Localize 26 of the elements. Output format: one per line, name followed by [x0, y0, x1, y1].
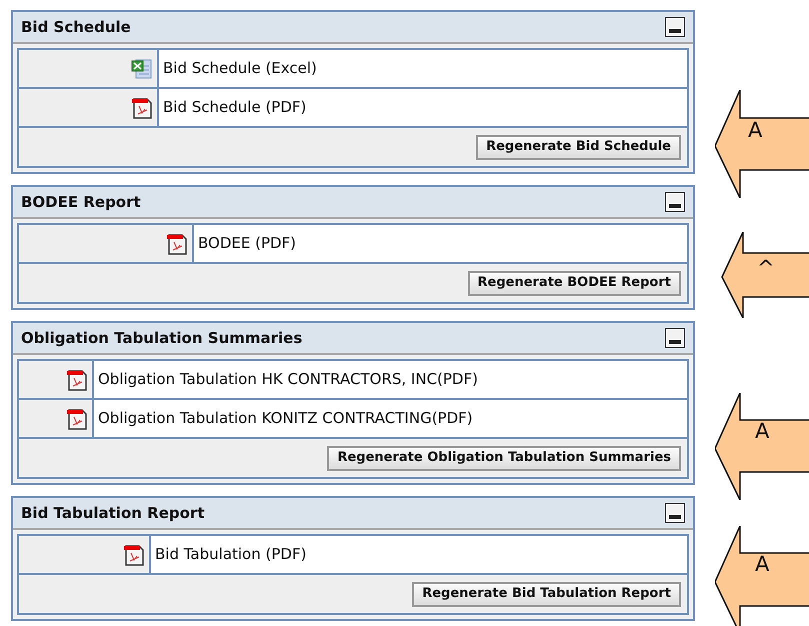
panel-title: Bid Schedule: [21, 16, 131, 38]
regenerate-button[interactable]: Regenerate BODEE Report: [468, 270, 681, 296]
file-link[interactable]: Bid Schedule (PDF): [163, 96, 306, 119]
panel-title: BODEE Report: [21, 192, 141, 213]
pdf-icon: [123, 542, 145, 566]
regenerate-button[interactable]: Regenerate Obligation Tabulation Summaries: [327, 446, 681, 470]
file-link[interactable]: Bid Schedule (Excel): [163, 57, 317, 80]
pdf-icon: [66, 368, 88, 392]
minimize-button[interactable]: [665, 503, 685, 523]
pdf-icon: [166, 232, 188, 256]
callout-label: ^: [757, 258, 775, 279]
minimize-button[interactable]: [665, 192, 685, 212]
panel-title: Obligation Tabulation Summaries: [21, 328, 302, 349]
file-link[interactable]: Bid Tabulation (PDF): [155, 543, 306, 566]
callout-label: A: [755, 554, 770, 575]
callout-label: A: [748, 120, 762, 141]
regenerate-button[interactable]: Regenerate Bid Schedule: [476, 134, 681, 160]
panel-title: Bid Tabulation Report: [21, 502, 204, 524]
spreadsheet-icon: [131, 58, 153, 80]
regenerate-button[interactable]: Regenerate Bid Tabulation Report: [412, 582, 681, 606]
callout-label: A: [755, 421, 770, 442]
pdf-icon: [131, 96, 153, 120]
minimize-button[interactable]: [665, 17, 685, 37]
pdf-icon: [66, 406, 88, 430]
minimize-button[interactable]: [665, 328, 685, 348]
file-link[interactable]: BODEE (PDF): [198, 232, 296, 255]
